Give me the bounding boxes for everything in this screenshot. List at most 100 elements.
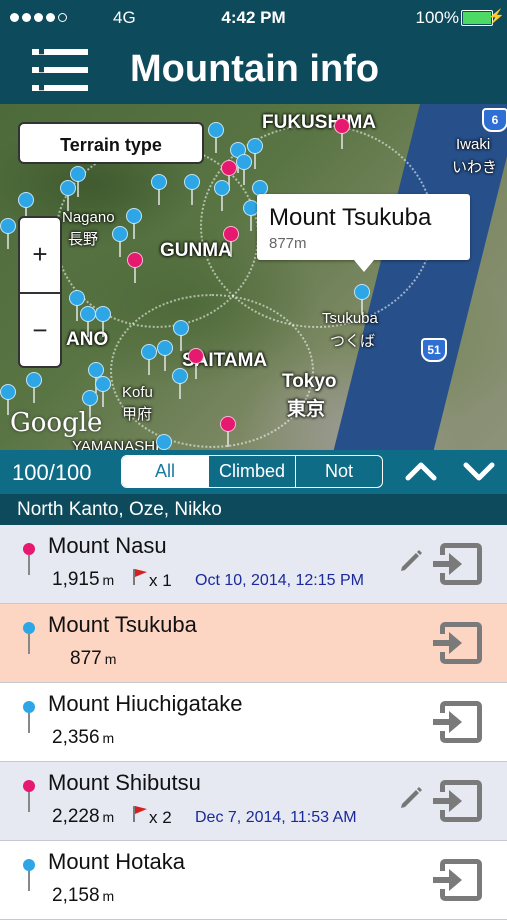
pencil-icon[interactable] bbox=[398, 547, 424, 573]
map-label-iwaki-jp: いわき bbox=[452, 159, 498, 176]
map-pin[interactable] bbox=[82, 390, 98, 421]
route-sign: 51 bbox=[421, 338, 447, 362]
list-item[interactable]: Mount Tsukuba 877 m bbox=[0, 604, 507, 683]
map-pin[interactable] bbox=[127, 252, 143, 283]
pencil-icon[interactable] bbox=[398, 784, 424, 810]
section-header: North Kanto, Oze, Nikko bbox=[0, 494, 507, 525]
zoom-control: + − bbox=[18, 216, 62, 368]
map-pin[interactable] bbox=[172, 368, 188, 399]
chevron-down-icon[interactable] bbox=[462, 456, 496, 486]
pin-icon bbox=[23, 780, 35, 812]
climb-count: x 1 bbox=[149, 571, 172, 590]
filter-not[interactable]: Not bbox=[296, 456, 382, 487]
chevron-up-icon[interactable] bbox=[404, 456, 438, 486]
pin-icon bbox=[23, 701, 35, 733]
map-pin[interactable] bbox=[214, 180, 230, 211]
mountain-count: 100/100 bbox=[12, 460, 92, 485]
mountain-name: Mount Hiuchigatake bbox=[48, 691, 243, 716]
map-pin[interactable] bbox=[208, 122, 224, 153]
map-label-tsukuba-jp: つくば bbox=[330, 333, 376, 350]
callout-subtitle: 877m bbox=[269, 235, 307, 252]
zoom-in-button[interactable]: + bbox=[20, 218, 60, 290]
mountain-name: Mount Hotaka bbox=[48, 849, 185, 874]
map-pin[interactable] bbox=[0, 218, 16, 249]
map-pin[interactable] bbox=[26, 372, 42, 403]
map-pin[interactable] bbox=[18, 192, 34, 223]
open-detail-icon[interactable] bbox=[431, 539, 485, 589]
map-callout[interactable]: Mount Tsukuba 877m bbox=[257, 194, 470, 272]
map-pin[interactable] bbox=[95, 376, 111, 407]
flag-icon bbox=[132, 805, 148, 823]
map-pin[interactable] bbox=[80, 306, 96, 337]
map-view[interactable]: FUKUSHIMA Nagano 長野 GUNMA SAITAMA Tokyo … bbox=[0, 104, 507, 450]
pin-icon bbox=[23, 859, 35, 891]
map-pin[interactable] bbox=[60, 180, 76, 211]
map-pin[interactable] bbox=[141, 344, 157, 375]
map-pin[interactable] bbox=[0, 384, 16, 415]
map-label-yamanashi: YAMANASHI bbox=[72, 438, 160, 450]
map-pin[interactable] bbox=[70, 166, 86, 197]
map-pin[interactable] bbox=[112, 226, 128, 257]
battery-percent: 100% bbox=[415, 8, 459, 27]
mountain-elevation: 2,158 m bbox=[52, 885, 115, 906]
map-pin[interactable] bbox=[173, 320, 189, 351]
map-pin[interactable] bbox=[221, 160, 237, 191]
mountain-elevation: 877 m bbox=[70, 648, 117, 669]
map-label-nagano: Nagano bbox=[62, 209, 115, 226]
flag-icon bbox=[132, 568, 148, 586]
list-item[interactable]: Mount Hiuchigatake 2,356 m bbox=[0, 683, 507, 762]
map-pin[interactable] bbox=[220, 416, 236, 447]
google-logo: Google bbox=[10, 408, 103, 438]
map-pin[interactable] bbox=[126, 208, 142, 239]
map-pin[interactable] bbox=[334, 118, 350, 149]
open-detail-icon[interactable] bbox=[431, 776, 485, 826]
mountain-name: Mount Nasu bbox=[48, 533, 167, 558]
pin-icon bbox=[23, 543, 35, 575]
list-item[interactable]: Mount Shibutsu 2,228 m x 2 Dec 7, 2014, 11:5… bbox=[0, 762, 507, 841]
terrain-type-button[interactable]: Terrain type bbox=[18, 122, 204, 164]
map-pin[interactable] bbox=[236, 154, 252, 185]
map-label-iwaki: Iwaki bbox=[456, 136, 491, 153]
map-label-kofu: Kofu bbox=[122, 384, 153, 401]
filter-climbed[interactable]: Climbed bbox=[209, 456, 296, 487]
mountain-elevation: 1,915 m bbox=[52, 569, 115, 590]
list-item[interactable]: Mount Hotaka 2,158 m bbox=[0, 841, 507, 920]
map-pin[interactable] bbox=[69, 290, 85, 321]
pin-icon bbox=[23, 622, 35, 654]
map-label-fukushima: FUKUSHIMA bbox=[262, 112, 376, 133]
list-item[interactable]: Mount Nasu 1,915 m x 1 Oct 10, 2014, 12:15 P… bbox=[0, 525, 507, 604]
map-pin[interactable] bbox=[223, 226, 239, 257]
map-pin[interactable] bbox=[247, 138, 263, 169]
nav-bar: Mountain info bbox=[0, 36, 507, 104]
mountain-elevation: 2,356 m bbox=[52, 727, 115, 748]
map-pin-tsukuba[interactable] bbox=[354, 284, 370, 315]
map-pin[interactable] bbox=[156, 434, 172, 450]
map-label-tsukuba: Tsukuba bbox=[322, 310, 378, 327]
mountain-name: Mount Shibutsu bbox=[48, 770, 201, 795]
page-title: Mountain info bbox=[130, 48, 380, 90]
open-detail-icon[interactable] bbox=[431, 855, 485, 905]
map-pin[interactable] bbox=[188, 348, 204, 379]
map-label-kofu-jp: 甲府 bbox=[122, 406, 153, 423]
callout-title: Mount Tsukuba bbox=[269, 204, 432, 231]
mountain-elevation: 2,228 m bbox=[52, 806, 115, 827]
map-label-tokyo: Tokyo bbox=[282, 371, 337, 392]
filter-segmented-control: All Climbed Not bbox=[121, 455, 383, 488]
map-pin[interactable] bbox=[184, 174, 200, 205]
mountain-name: Mount Tsukuba bbox=[48, 612, 197, 637]
map-label-tokyo-jp: 東京 bbox=[287, 399, 326, 420]
open-detail-icon[interactable] bbox=[431, 697, 485, 747]
menu-icon[interactable] bbox=[32, 49, 88, 91]
open-detail-icon[interactable] bbox=[431, 618, 485, 668]
map-pin[interactable] bbox=[157, 340, 173, 371]
climb-count: x 2 bbox=[149, 808, 172, 827]
filter-all[interactable]: All bbox=[122, 456, 209, 487]
map-pin[interactable] bbox=[95, 306, 111, 337]
status-bar: 4G 4:42 PM 100% ⚡ bbox=[0, 0, 507, 36]
map-pin[interactable] bbox=[151, 174, 167, 205]
map-label-nagano-jp: 長野 bbox=[68, 231, 99, 248]
climb-date: Oct 10, 2014, 12:15 PM bbox=[195, 572, 364, 589]
zoom-out-button[interactable]: − bbox=[20, 294, 60, 366]
route-sign: 6 bbox=[482, 108, 507, 132]
climb-date: Dec 7, 2014, 11:53 AM bbox=[195, 809, 357, 826]
